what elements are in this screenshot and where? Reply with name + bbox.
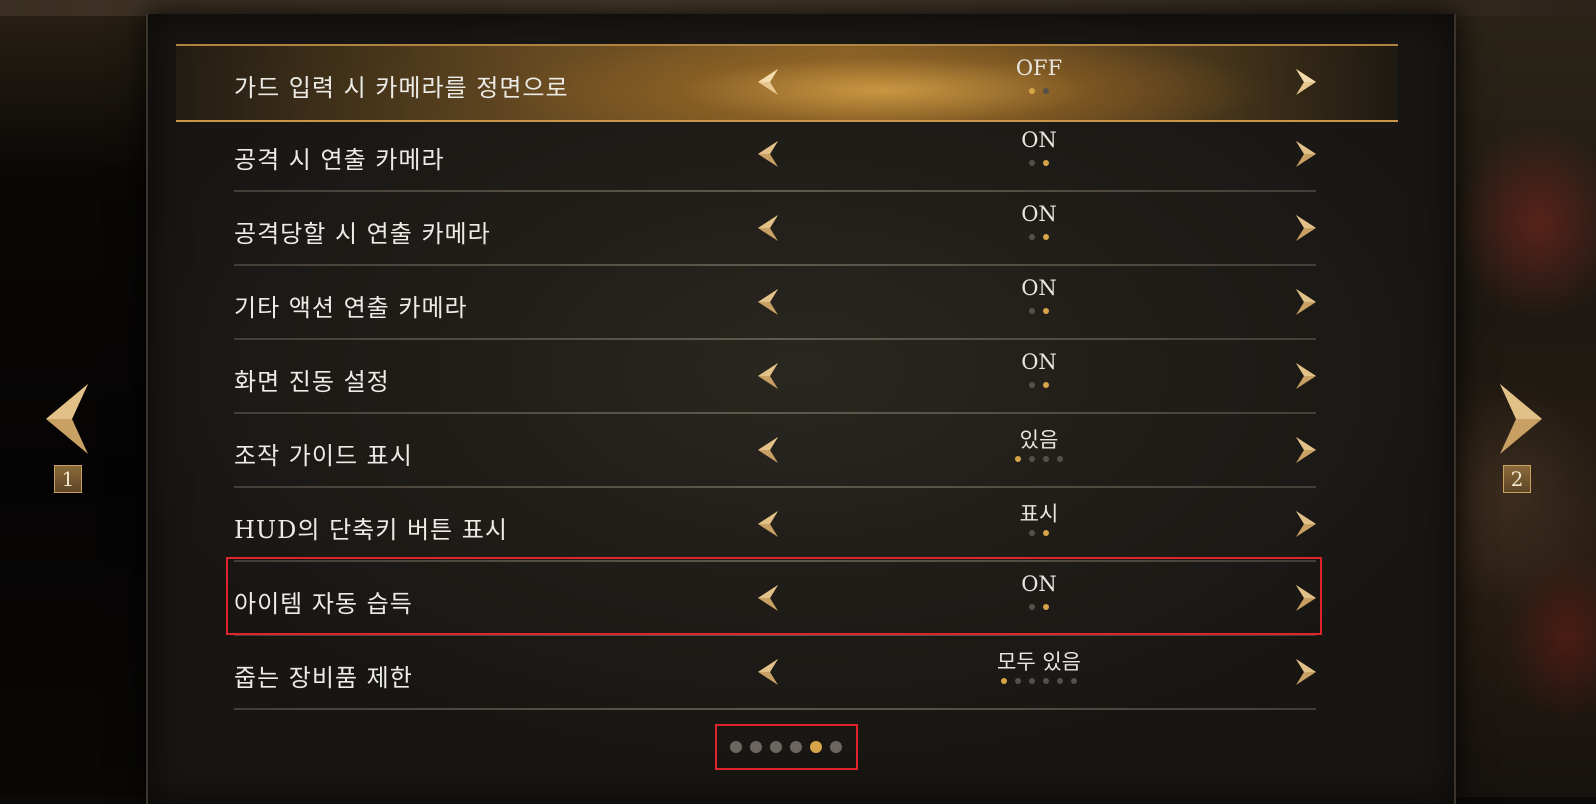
- setting-label: HUD의 단축키 버튼 표시: [234, 516, 508, 544]
- setting-label: 공격당할 시 연출 카메라: [234, 220, 491, 248]
- setting-row[interactable]: 줍는 장비품 제한 모두 있음: [234, 636, 1316, 710]
- chevron-left-icon[interactable]: [756, 362, 780, 390]
- setting-label: 공격 시 연출 카메라: [234, 146, 445, 174]
- setting-row[interactable]: 공격 시 연출 카메라 ON: [234, 118, 1316, 192]
- option-indicator: [934, 382, 1144, 388]
- setting-value: 모두 있음: [997, 650, 1081, 674]
- option-dot: [1043, 88, 1049, 94]
- chevron-left-icon[interactable]: [756, 658, 780, 686]
- setting-label: 기타 액션 연출 카메라: [234, 294, 468, 322]
- next-page-number[interactable]: 2: [1503, 465, 1531, 493]
- chevron-left-icon[interactable]: [756, 214, 780, 242]
- chevron-right-icon[interactable]: [1294, 510, 1318, 538]
- prev-page-arrow-icon[interactable]: [42, 384, 92, 454]
- chevron-right-icon[interactable]: [1294, 140, 1318, 168]
- setting-value: OFF: [1015, 56, 1063, 80]
- chevron-left-icon[interactable]: [756, 140, 780, 168]
- setting-label: 가드 입력 시 카메라를 정면으로: [234, 74, 569, 102]
- option-indicator: [934, 456, 1144, 462]
- option-dot: [1029, 530, 1035, 536]
- option-indicator: [934, 234, 1144, 240]
- setting-label: 화면 진동 설정: [234, 368, 390, 396]
- option-indicator: [934, 88, 1144, 94]
- chevron-left-icon[interactable]: [756, 288, 780, 316]
- setting-label: 조작 가이드 표시: [234, 442, 413, 470]
- option-dot: [1043, 382, 1049, 388]
- option-dot: [1029, 456, 1035, 462]
- option-dot: [1029, 234, 1035, 240]
- option-dot: [1015, 456, 1021, 462]
- setting-value: ON: [1021, 202, 1057, 226]
- next-page-arrow-icon[interactable]: [1496, 384, 1546, 454]
- option-dot: [1029, 88, 1035, 94]
- option-dot: [1043, 234, 1049, 240]
- prev-page-number[interactable]: 1: [54, 465, 82, 493]
- option-dot: [1001, 678, 1007, 684]
- setting-value: 표시: [1019, 502, 1059, 526]
- chevron-right-icon[interactable]: [1294, 658, 1318, 686]
- setting-value: ON: [1021, 276, 1057, 300]
- chevron-right-icon[interactable]: [1294, 214, 1318, 242]
- annotation-highlight-pager: [715, 724, 858, 770]
- option-dot: [1043, 530, 1049, 536]
- chevron-right-icon[interactable]: [1294, 288, 1318, 316]
- setting-row[interactable]: 조작 가이드 표시 있음: [234, 414, 1316, 488]
- chevron-left-icon[interactable]: [756, 510, 780, 538]
- option-dot: [1057, 456, 1063, 462]
- option-dot: [1057, 678, 1063, 684]
- chevron-right-icon[interactable]: [1294, 362, 1318, 390]
- setting-row[interactable]: 기타 액션 연출 카메라 ON: [234, 266, 1316, 340]
- setting-value: 있음: [1019, 428, 1059, 452]
- option-indicator: [934, 308, 1144, 314]
- option-dot: [1043, 308, 1049, 314]
- setting-label: 줍는 장비품 제한: [234, 664, 413, 692]
- row-divider: [234, 708, 1316, 710]
- option-dot: [1043, 456, 1049, 462]
- option-dot: [1029, 678, 1035, 684]
- chevron-right-icon[interactable]: [1294, 436, 1318, 464]
- option-indicator: [934, 160, 1144, 166]
- chevron-right-icon[interactable]: [1294, 68, 1318, 96]
- option-indicator: [934, 678, 1144, 684]
- setting-row[interactable]: HUD의 단축키 버튼 표시 표시: [234, 488, 1316, 562]
- option-indicator: [934, 530, 1144, 536]
- annotation-highlight-item-auto-pickup: [226, 557, 1322, 635]
- setting-row[interactable]: 가드 입력 시 카메라를 정면으로 OFF: [176, 44, 1398, 122]
- chevron-left-icon[interactable]: [756, 436, 780, 464]
- option-dot: [1029, 160, 1035, 166]
- setting-row[interactable]: 공격당할 시 연출 카메라 ON: [234, 192, 1316, 266]
- option-dot: [1015, 678, 1021, 684]
- setting-value: ON: [1021, 128, 1057, 152]
- option-dot: [1043, 160, 1049, 166]
- setting-row[interactable]: 화면 진동 설정 ON: [234, 340, 1316, 414]
- option-dot: [1071, 678, 1077, 684]
- setting-value: ON: [1021, 350, 1057, 374]
- option-dot: [1043, 678, 1049, 684]
- chevron-left-icon[interactable]: [756, 68, 780, 96]
- option-dot: [1029, 382, 1035, 388]
- option-dot: [1029, 308, 1035, 314]
